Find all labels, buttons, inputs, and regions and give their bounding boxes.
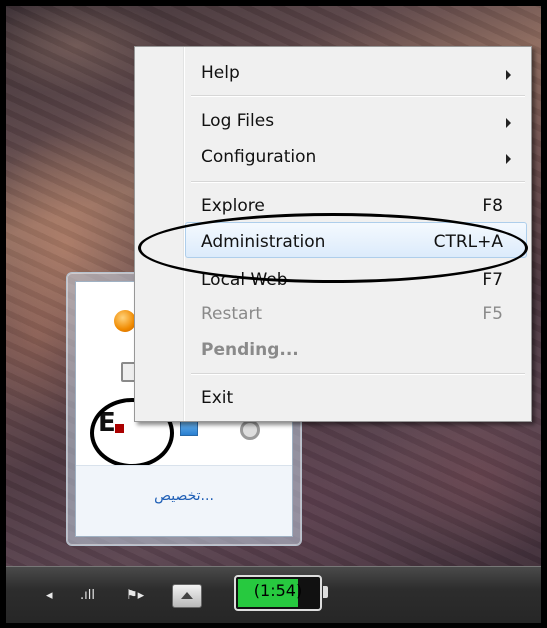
menu-separator: [191, 95, 525, 96]
menu-item-pending[interactable]: Pending...: [201, 336, 513, 364]
customize-area: تخصيص...: [76, 465, 292, 536]
menu-item-label: Exit: [201, 388, 234, 408]
submenu-arrow-icon: [506, 118, 511, 128]
menu-item-label: Pending...: [201, 340, 299, 360]
menu-separator: [191, 373, 525, 374]
taskbar: ◂ .ıll ⚑▸ (1:54): [6, 566, 541, 623]
submenu-arrow-icon: [506, 154, 511, 164]
menu-item-label: Help: [201, 63, 240, 83]
menu-item-restart[interactable]: Restart F5: [201, 300, 513, 328]
menu-item-log-files[interactable]: Log Files: [201, 107, 513, 135]
network-icon[interactable]: [180, 420, 198, 436]
submenu-arrow-icon: [506, 70, 511, 80]
menu-item-label: Log Files: [201, 111, 275, 131]
disc-icon[interactable]: [240, 420, 260, 440]
annotation-circle-administration: [138, 213, 528, 283]
menu-item-configuration[interactable]: Configuration: [201, 143, 513, 171]
battery-time: (1:54): [253, 581, 303, 600]
menu-item-shortcut: F8: [482, 196, 503, 216]
flag-icon[interactable]: ⚑▸: [126, 589, 144, 603]
orange-orb-icon[interactable]: [114, 310, 136, 332]
customize-link[interactable]: تخصيص...: [76, 488, 292, 504]
menu-item-label: Restart: [201, 304, 263, 324]
speaker-icon[interactable]: ◂: [46, 589, 53, 603]
menu-item-shortcut: F5: [482, 304, 503, 324]
show-hidden-icons-button[interactable]: [172, 584, 202, 608]
menu-item-label: Configuration: [201, 147, 317, 167]
menu-item-help[interactable]: Help: [201, 59, 513, 87]
battery-indicator[interactable]: (1:54): [234, 575, 328, 611]
menu-separator: [191, 181, 525, 182]
signal-icon[interactable]: .ıll: [80, 589, 95, 603]
menu-item-exit[interactable]: Exit: [201, 384, 513, 412]
up-arrow-icon: [181, 592, 193, 599]
menu-item-shortcut: F7: [482, 270, 503, 290]
battery-terminal: [323, 586, 328, 598]
